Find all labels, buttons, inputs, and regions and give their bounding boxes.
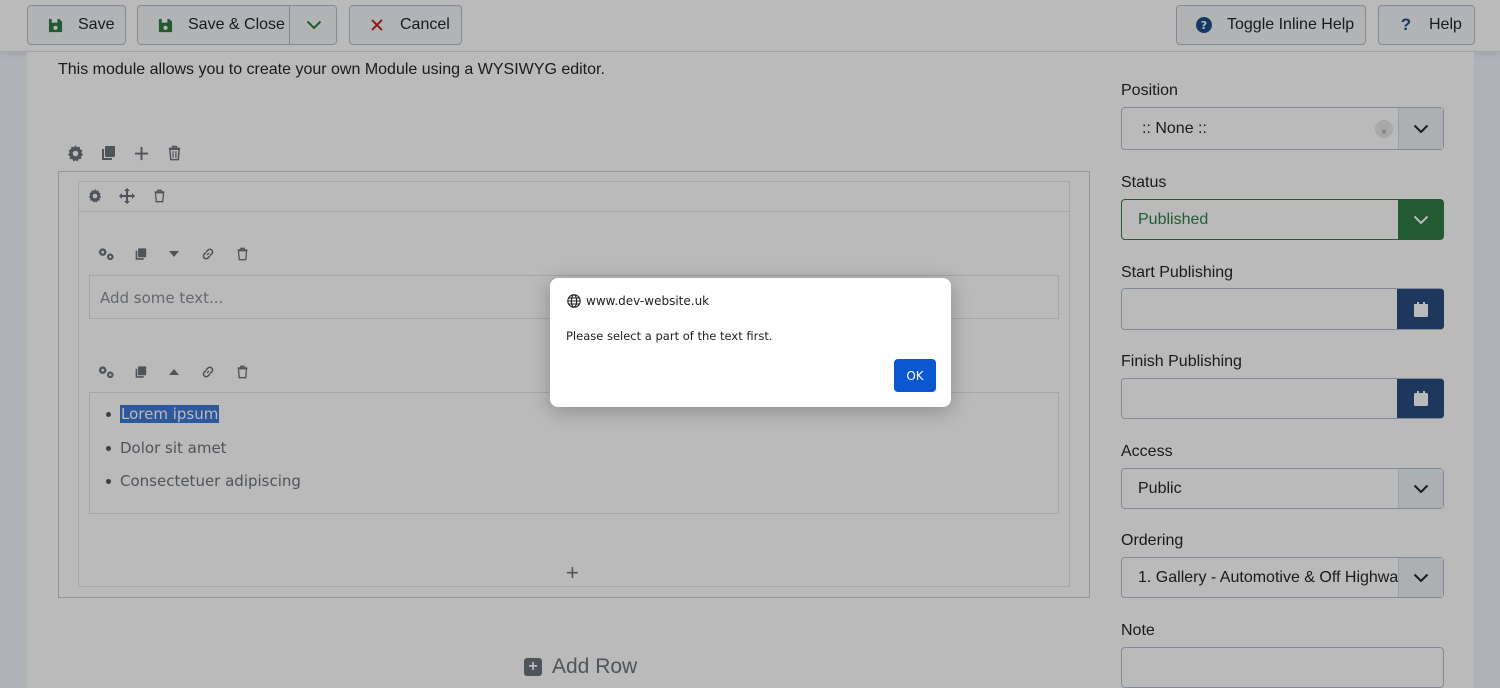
browser-alert-dialog: www.dev-website.uk Please select a part … — [550, 278, 951, 407]
dialog-origin: www.dev-website.uk — [567, 294, 709, 308]
globe-icon — [567, 294, 581, 308]
dialog-message: Please select a part of the text first. — [566, 329, 773, 343]
ok-button[interactable]: OK — [894, 359, 936, 392]
dialog-origin-text: www.dev-website.uk — [586, 294, 710, 308]
